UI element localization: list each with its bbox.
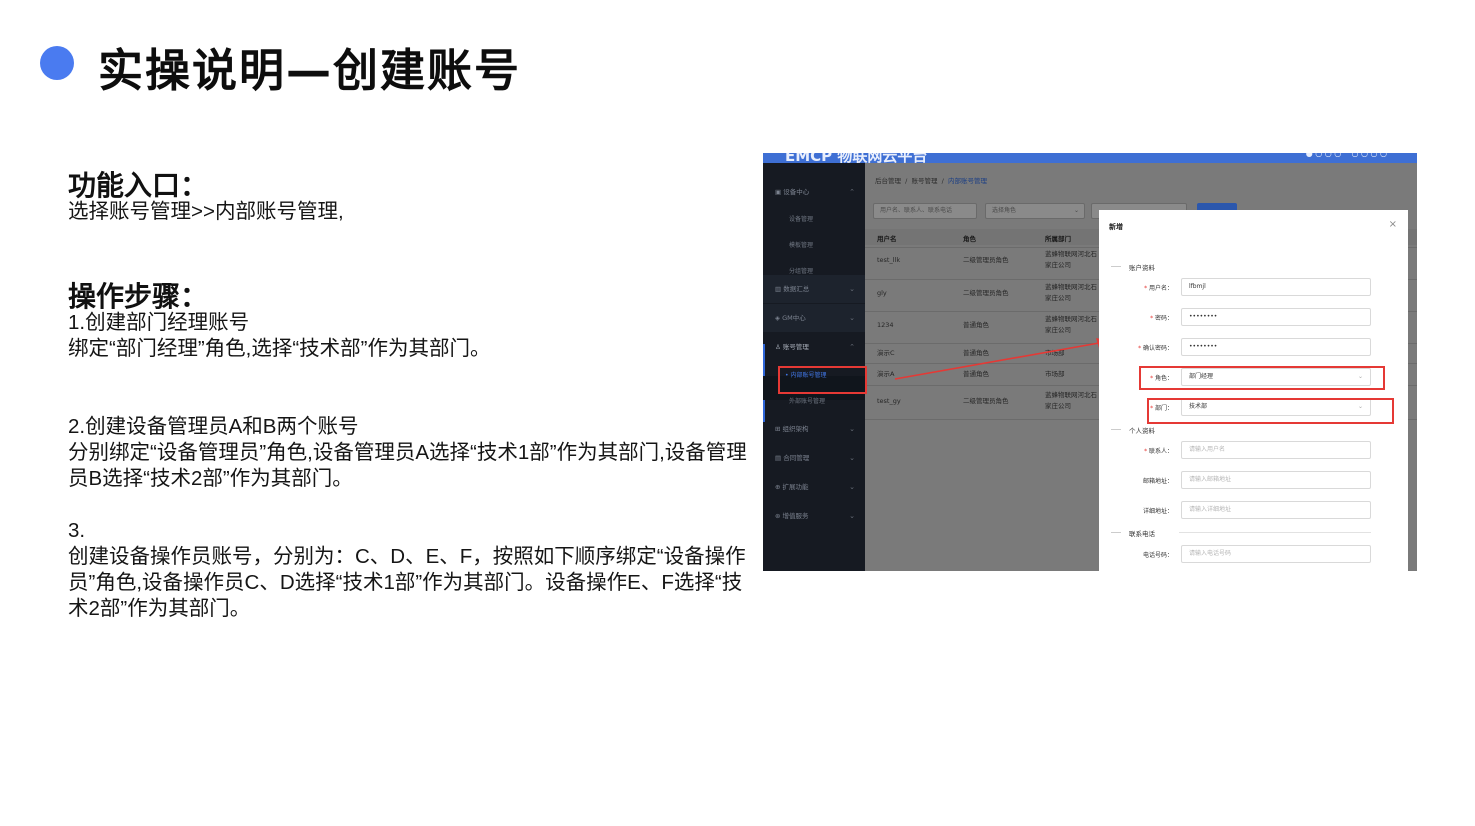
users-icon: ♙ xyxy=(775,343,783,351)
username-input[interactable]: lfbmjl xyxy=(1181,278,1371,296)
entry-text: 选择账号管理>>内部账号管理, xyxy=(68,200,344,223)
confirm-password-input[interactable]: •••••••• xyxy=(1181,338,1371,356)
table-cell: 二级管理员角色 xyxy=(963,256,1009,264)
sidebar-item-gm-center[interactable]: ◈ GM中心 ⌄ xyxy=(763,305,865,331)
breadcrumb-current: 内部账号管理 xyxy=(947,177,987,185)
contact-input[interactable]: 请输入用户名 xyxy=(1181,441,1371,459)
address-input[interactable]: 请输入详细地址 xyxy=(1181,501,1371,519)
steps-heading: 操作步骤： xyxy=(68,280,209,313)
chevron-up-icon: ⌃ xyxy=(849,343,855,351)
table-cell: 蓝蜂物联网河北石家庄公司 xyxy=(1045,283,1097,302)
topbar-user-area: ● ○ ○ ○ ○ ○ ○ ○ xyxy=(1305,153,1387,158)
sidebar-item-extend-func[interactable]: ⊕ 扩展功能 ⌄ xyxy=(763,474,865,500)
section-personal: 个人资料 xyxy=(1129,427,1155,435)
search-input[interactable]: 用户名、联系人、联系电话 xyxy=(873,203,977,219)
table-cell: 演示C xyxy=(877,349,895,357)
slide-title: 实操说明—创建账号 xyxy=(98,44,522,97)
email-input[interactable]: 请输入邮箱地址 xyxy=(1181,471,1371,489)
highlight-dept-field xyxy=(1147,398,1394,424)
breadcrumb-home[interactable]: 后台管理 xyxy=(875,177,901,185)
email-label: 邮箱地址： xyxy=(1142,478,1173,485)
service-icon: ⊛ xyxy=(775,512,783,520)
step3-text: 创建设备操作员账号，分别为：C、D、E、F，按照如下顺序绑定“设备操作员”角色,… xyxy=(68,545,746,620)
chevron-up-icon: ⌃ xyxy=(849,188,855,196)
sidebar-item-data-summary[interactable]: ▥ 数据汇总 ⌄ xyxy=(763,276,865,302)
section-phone: 联系电话 xyxy=(1129,530,1155,538)
role-select[interactable]: 选择角色 ⌄ xyxy=(985,203,1085,219)
sidebar-item-contract-manage[interactable]: ▤ 合同管理 ⌄ xyxy=(763,445,865,471)
contract-icon: ▤ xyxy=(775,454,784,462)
sidebar-item-device-manage[interactable]: 设备管理 xyxy=(763,207,865,233)
step2-text: 分别绑定“设备管理员”角色,设备管理员A选择“技术1部”作为其部门,设备管理员B… xyxy=(68,441,747,490)
chevron-down-icon: ⌄ xyxy=(849,314,855,322)
address-label: 详细地址： xyxy=(1142,508,1173,515)
chevron-down-icon: ⌄ xyxy=(849,512,855,520)
step3-title: 3. xyxy=(68,519,86,542)
table-cell: 二级管理员角色 xyxy=(963,289,1009,297)
contact-label: * 联系人： xyxy=(1144,448,1173,455)
close-icon[interactable]: × xyxy=(1389,219,1397,230)
password-label: * 密码： xyxy=(1150,315,1173,322)
chevron-down-icon: ⌄ xyxy=(849,285,855,293)
col-header-role: 角色 xyxy=(963,235,976,243)
chart-icon: ▥ xyxy=(775,285,784,293)
new-account-dialog: 新增 × 账户资料 * 用户名： lfbmjl * 密码： •••••••• *… xyxy=(1099,210,1408,571)
password-input[interactable]: •••••••• xyxy=(1181,308,1371,326)
step1-title: 1.创建部门经理账号 xyxy=(68,311,250,334)
table-cell: test_gy xyxy=(877,397,901,405)
sidebar-item-org-structure[interactable]: ⊞ 组织架构 ⌄ xyxy=(763,416,865,442)
table-cell: 普通角色 xyxy=(963,321,989,329)
table-cell: 蓝蜂物联网河北石家庄公司 xyxy=(1045,250,1097,269)
chevron-down-icon: ⌄ xyxy=(1073,207,1079,214)
breadcrumb-account[interactable]: 账号管理 xyxy=(911,177,937,185)
red-arrow xyxy=(894,338,1110,380)
sidebar-item-account-manage[interactable]: ♙ 账号管理 ⌃ xyxy=(763,334,865,360)
arrow-line xyxy=(894,342,1100,380)
chevron-down-icon: ⌄ xyxy=(849,483,855,491)
table-cell: 演示A xyxy=(877,370,895,378)
username-label: * 用户名： xyxy=(1144,285,1173,292)
table-cell: 蓝蜂物联网河北石家庄公司 xyxy=(1045,391,1097,410)
breadcrumb: 后台管理 / 账号管理 / 内部账号管理 xyxy=(875,177,987,185)
sidebar-item-device-center[interactable]: ▣ 设备中心 ⌃ xyxy=(763,179,865,205)
section-account: 账户资料 xyxy=(1129,264,1155,272)
entry-heading: 功能入口： xyxy=(68,169,209,202)
highlight-role-field xyxy=(1139,366,1385,390)
table-cell: test_llk xyxy=(877,256,901,264)
confirm-password-label: * 确认密码： xyxy=(1138,345,1173,352)
app-topbar: EMCP 物联网云平台 ● ○ ○ ○ ○ ○ ○ ○ xyxy=(763,153,1417,165)
phone-label: 电话号码： xyxy=(1142,552,1173,559)
monitor-icon: ▣ xyxy=(775,188,784,196)
table-cell: 1234 xyxy=(877,321,894,329)
sidebar-item-template-manage[interactable]: 模板管理 xyxy=(763,233,865,259)
phone-input[interactable]: 请输入电话号码 xyxy=(1181,545,1371,563)
step2-title: 2.创建设备管理员A和B两个账号 xyxy=(68,415,359,438)
org-icon: ⊞ xyxy=(775,425,783,433)
step1-text: 绑定“部门经理”角色,选择“技术部”作为其部门。 xyxy=(68,337,491,360)
table-cell: gly xyxy=(877,289,887,297)
title-bullet-dot xyxy=(40,46,74,80)
chevron-down-icon: ⌄ xyxy=(849,425,855,433)
col-header-dept: 所属部门 xyxy=(1045,235,1071,243)
extend-icon: ⊕ xyxy=(775,483,783,491)
embedded-screenshot: EMCP 物联网云平台 ● ○ ○ ○ ○ ○ ○ ○ ▣ 设备中心 ⌃ 设备管… xyxy=(763,153,1417,571)
dialog-title: 新增 xyxy=(1109,223,1123,231)
chevron-down-icon: ⌄ xyxy=(849,454,855,462)
table-cell: 二级管理员角色 xyxy=(963,397,1009,405)
col-header-username: 用户名 xyxy=(877,235,897,243)
highlight-internal-account xyxy=(778,366,867,394)
sidebar-item-value-service[interactable]: ⊛ 增值服务 ⌄ xyxy=(763,503,865,529)
